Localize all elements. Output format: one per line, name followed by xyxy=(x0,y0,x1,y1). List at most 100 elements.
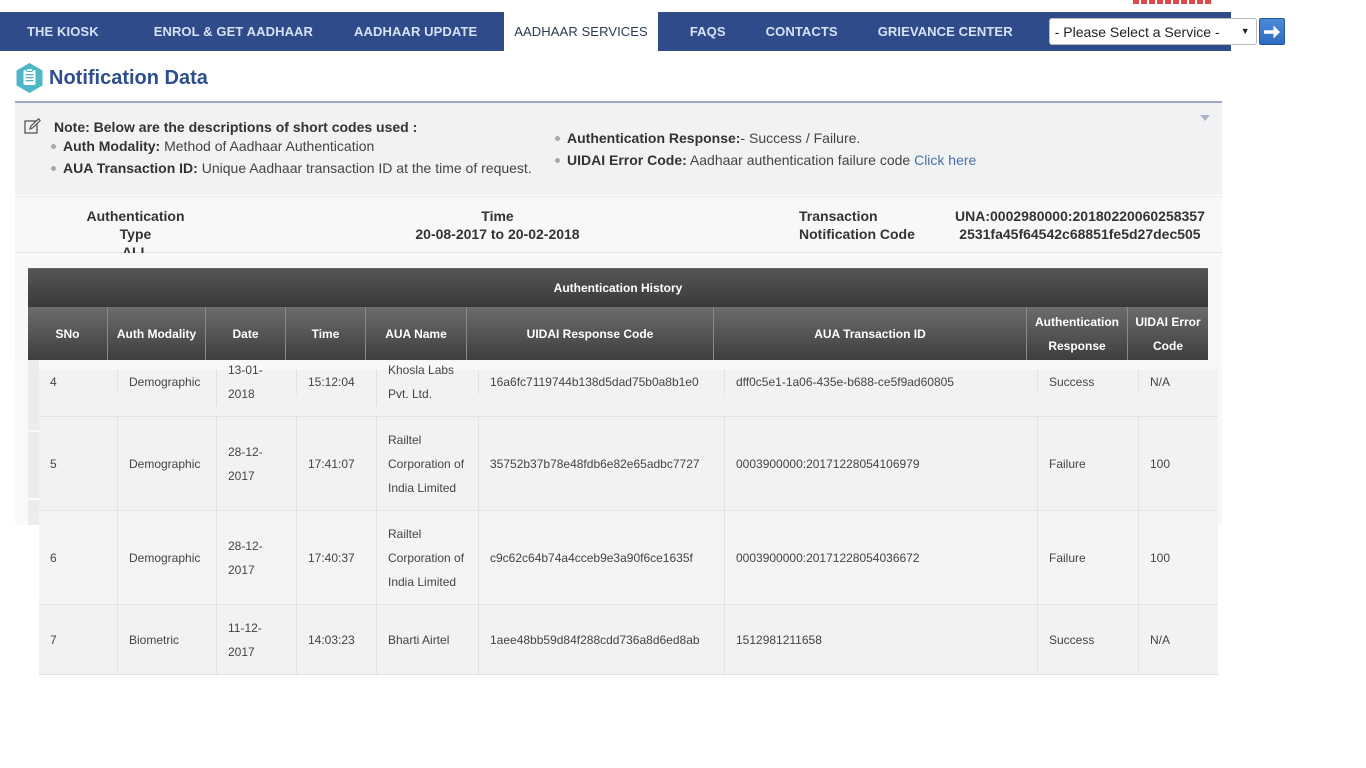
note-term: Auth Modality: xyxy=(63,138,161,154)
cell-aua-transaction-id: 0003900000:20171228054106979 xyxy=(724,417,1037,510)
cell-line: 11-12- xyxy=(228,620,262,635)
column-header-uidai-error-code[interactable]: UIDAI Error Code xyxy=(1127,307,1208,360)
header-line: Code xyxy=(1153,338,1183,353)
cell-date: 11-12- 2017 xyxy=(216,605,296,674)
table-row: 4 Demographic 13-01- 2018 15:12:04 Khosla… xyxy=(39,363,1218,417)
nav-item-aadhaar-services[interactable]: AADHAAR SERVICES xyxy=(504,12,658,51)
column-header-time[interactable]: Time xyxy=(285,307,365,360)
cell-authentication-response: Success xyxy=(1037,370,1138,394)
note-item-aua-transaction-id: AUA Transaction ID: Unique Aadhaar trans… xyxy=(50,157,532,179)
cell-authentication-response: Success xyxy=(1037,605,1138,674)
cell-uidai-response-code: 16a6fc7119744b138d5dad75b0a8b1e0 xyxy=(478,370,724,394)
time-label: Time xyxy=(481,208,514,224)
column-header-aua-name[interactable]: AUA Name xyxy=(365,307,466,360)
note-item-uidai-error-code: UIDAI Error Code: Aadhaar authentication… xyxy=(554,149,976,171)
cell-line: 13-01- xyxy=(228,363,263,377)
go-button[interactable] xyxy=(1258,18,1285,45)
cell-sno: 7 xyxy=(50,632,57,647)
cell-line: Railtel xyxy=(388,432,422,447)
cell-sno: 6 xyxy=(50,550,57,565)
txn-value-line-2: 2531fa45f64542c68851fe5d27dec505 xyxy=(959,226,1201,242)
time-range-info: Time 20-08-2017 to 20-02-2018 xyxy=(415,207,580,243)
column-header-aua-transaction-id[interactable]: AUA Transaction ID xyxy=(713,307,1026,360)
note-item-auth-modality: Auth Modality: Method of Aadhaar Authent… xyxy=(50,135,532,157)
note-item-authentication-response: Authentication Response:- Success / Fail… xyxy=(554,127,976,149)
note-list-right: Authentication Response:- Success / Fail… xyxy=(554,127,976,171)
cell-line: 28-12- xyxy=(228,444,263,459)
cell-line: Bharti Airtel xyxy=(388,632,450,647)
cell-uidai-error-code: 100 xyxy=(1138,511,1218,604)
column-header-date[interactable]: Date xyxy=(205,307,285,360)
cell-line: 2017 xyxy=(228,562,255,577)
collapse-toggle-icon[interactable] xyxy=(1200,115,1210,121)
transaction-notification-value: UNA:0002980000:20180220060258357 2531fa4… xyxy=(955,207,1205,243)
column-header-uidai-response-code[interactable]: UIDAI Response Code xyxy=(466,307,713,360)
cell-auth-modality: Demographic xyxy=(117,511,216,604)
cell-sno: 5 xyxy=(50,456,57,471)
header-line: UIDAI Error xyxy=(1135,314,1201,329)
cell-date: 13-01- 2018 xyxy=(216,363,296,406)
cell-aua-name: Khosla Labs Pvt. Ltd. xyxy=(376,363,478,406)
cell-aua-name: Railtel Corporation of India Limited xyxy=(376,511,478,604)
note-heading: Note: Below are the descriptions of shor… xyxy=(54,119,418,135)
authentication-type-label: Authentication Type xyxy=(86,208,185,242)
cell-time: 17:41:07 xyxy=(296,417,376,510)
page-title: Notification Data xyxy=(49,66,208,89)
notification-info-panel: Authentication Type ALL Time 20-08-2017 … xyxy=(15,196,1222,260)
cell-uidai-response-code: c9c62c64b74a4cceb9e3a90f6ce1635f xyxy=(478,511,724,604)
cell-aua-name: Railtel Corporation of India Limited xyxy=(376,417,478,510)
nav-item-faqs[interactable]: FAQS xyxy=(670,12,746,51)
table-row: 5 Demographic 28-12- 2017 17:41:07 Railte… xyxy=(39,417,1218,511)
cell-line: 2018 xyxy=(228,387,255,401)
cell-line: Corporation of xyxy=(388,550,465,565)
nav-item-the-kiosk[interactable]: THE KIOSK xyxy=(0,12,119,51)
cell-auth-modality: Biometric xyxy=(117,605,216,674)
cell-time: 15:12:04 xyxy=(296,370,376,394)
note-desc: - Success / Failure. xyxy=(740,130,861,146)
txn-label-line-1: Transaction xyxy=(799,208,878,224)
note-desc: Method of Aadhaar Authentication xyxy=(160,138,375,154)
txn-value-line-1: UNA:0002980000:20180220060258357 xyxy=(955,208,1205,224)
error-codes-click-here-link[interactable]: Click here xyxy=(914,152,976,168)
authentication-history-title: Authentication History xyxy=(28,268,1208,307)
cell-authentication-response: Failure xyxy=(1037,511,1138,604)
header-line: Authentication xyxy=(1035,314,1119,329)
cell-authentication-response: Failure xyxy=(1037,417,1138,510)
note-term: UIDAI Error Code: xyxy=(567,152,687,168)
cell-line: 2017 xyxy=(228,468,255,483)
arrow-right-icon xyxy=(1263,25,1280,38)
cell-line: 28-12- xyxy=(228,538,263,553)
cell-uidai-response-code: 35752b37b78e48fdb6e82e65adbc7727 xyxy=(478,417,724,510)
header-line: Response xyxy=(1048,338,1106,353)
cell-line: Corporation of xyxy=(388,456,465,471)
nav-item-enrol-get-aadhaar[interactable]: ENROL & GET AADHAAR xyxy=(119,12,333,51)
cell-aua-transaction-id: dff0c5e1-1a06-435e-b688-ce5f9ad60805 xyxy=(724,370,1037,394)
aadhaar-logo-fragment xyxy=(1133,0,1213,4)
cell-aua-transaction-id: 1512981211658 xyxy=(724,605,1037,674)
main-navbar: THE KIOSK ENROL & GET AADHAAR AADHAAR UP… xyxy=(0,12,1285,51)
table-row: 7 Biometric 11-12- 2017 14:03:23 Bharti A… xyxy=(39,605,1218,675)
service-select-dropdown[interactable]: - Please Select a Service - ▼ xyxy=(1048,18,1257,45)
page-header: Notification Data xyxy=(15,62,208,94)
column-header-authentication-response[interactable]: Authentication Response xyxy=(1026,307,1127,360)
column-header-auth-modality[interactable]: Auth Modality xyxy=(107,307,205,360)
column-header-sno[interactable]: SNo xyxy=(28,307,107,360)
cell-sno: 4 xyxy=(50,375,57,389)
note-term: AUA Transaction ID: xyxy=(63,160,198,176)
cell-time: 17:40:37 xyxy=(296,511,376,604)
cell-aua-name: Bharti Airtel xyxy=(376,605,478,674)
nav-item-aadhaar-update[interactable]: AADHAAR UPDATE xyxy=(333,12,497,51)
nav-item-contacts[interactable]: CONTACTS xyxy=(746,12,858,51)
note-term: Authentication Response: xyxy=(567,130,741,146)
time-range-value: 20-08-2017 to 20-02-2018 xyxy=(415,226,580,242)
cell-line: Railtel xyxy=(388,526,422,541)
cell-auth-modality: Demographic xyxy=(117,417,216,510)
cell-date: 28-12- 2017 xyxy=(216,511,296,604)
cell-line: Khosla Labs xyxy=(388,363,455,377)
table-header-row: SNo Auth Modality Date Time AUA Name UID… xyxy=(28,307,1208,360)
note-desc: Unique Aadhaar transaction ID at the tim… xyxy=(197,160,532,176)
nav-item-grievance-center[interactable]: GRIEVANCE CENTER xyxy=(858,12,1033,51)
clipboard-icon xyxy=(15,62,44,94)
note-desc: Aadhaar authentication failure code xyxy=(686,152,915,168)
service-selector: - Please Select a Service - ▼ xyxy=(1048,12,1285,51)
